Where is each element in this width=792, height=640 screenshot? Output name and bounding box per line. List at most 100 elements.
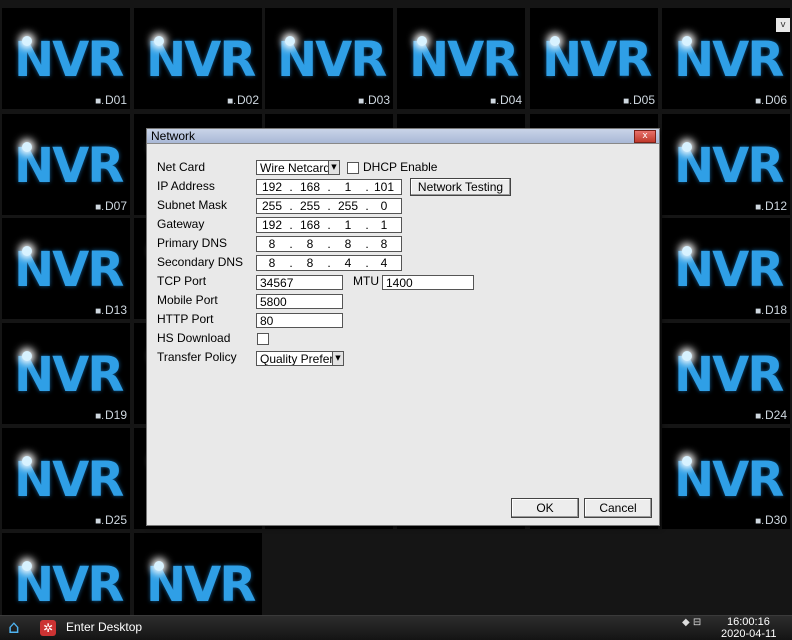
nvr-logo: NVR: [674, 32, 784, 88]
nvr-logo: NVR: [146, 557, 256, 613]
http-port-input[interactable]: 80: [256, 313, 343, 328]
channel-id: D07: [104, 199, 127, 213]
camera-icon: ■.: [227, 96, 236, 107]
primary-dns-octet-3: 8: [344, 237, 352, 251]
mobile-port-input[interactable]: 5800: [256, 294, 343, 309]
secondary-dns-field[interactable]: 8 . 8 . 4 . 4: [256, 255, 402, 271]
channel-id: D02: [236, 93, 259, 107]
gateway-octet-4: 1: [380, 218, 388, 232]
gateway-field[interactable]: 192 . 168 . 1 . 1: [256, 217, 402, 233]
camera-tile[interactable]: NVR ■.D06: [662, 8, 790, 109]
camera-tile[interactable]: NVR ■.D13: [2, 218, 130, 319]
tcp-port-input[interactable]: 34567: [256, 275, 343, 290]
nvr-logo: NVR: [674, 138, 784, 194]
camera-tile[interactable]: NVR ■.D04: [397, 8, 525, 109]
ip-octet-2: 168: [299, 180, 321, 194]
ip-octet-3: 1: [344, 180, 352, 194]
camera-tile[interactable]: NVR ■.D03: [265, 8, 393, 109]
subnet-octet-4: 0: [380, 199, 388, 213]
channel-label: ■.D30: [755, 513, 787, 527]
primary-dns-octet-4: 8: [380, 237, 388, 251]
hs-download-checkbox[interactable]: [257, 333, 269, 345]
channel-label: ■.D04: [490, 93, 522, 107]
transfer-policy-select[interactable]: Quality Prefer ▼: [256, 351, 344, 366]
dhcp-enable-checkbox[interactable]: [347, 162, 359, 174]
nvr-logo: NVR: [14, 347, 124, 403]
nvr-logo: NVR: [146, 32, 256, 88]
subnet-octet-3: 255: [337, 199, 359, 213]
secondary-dns-label: Secondary DNS: [157, 255, 244, 269]
channel-label: ■.D06: [755, 93, 787, 107]
camera-tile[interactable]: NVR ■.D02: [134, 8, 262, 109]
subnet-mask-field[interactable]: 255 . 255 . 255 . 0: [256, 198, 402, 214]
channel-id: D18: [764, 303, 787, 317]
camera-icon: ■.: [755, 516, 764, 527]
channel-id: D04: [499, 93, 522, 107]
channel-id: D24: [764, 408, 787, 422]
nvr-logo: NVR: [674, 347, 784, 403]
subnet-mask-label: Subnet Mask: [157, 198, 228, 212]
net-card-select[interactable]: Wire Netcard ▼: [256, 160, 340, 175]
channel-id: D03: [367, 93, 390, 107]
secondary-dns-octet-1: 8: [268, 256, 276, 270]
channel-label: ■.D12: [755, 199, 787, 213]
subnet-octet-2: 255: [299, 199, 321, 213]
ip-address-field[interactable]: 192 . 168 . 1 . 101: [256, 179, 402, 195]
camera-icon: ■.: [755, 202, 764, 213]
scroll-button[interactable]: v: [776, 18, 790, 32]
channel-id: D05: [632, 93, 655, 107]
camera-tile[interactable]: NVR ■.D24: [662, 323, 790, 424]
cancel-button[interactable]: Cancel: [584, 498, 652, 518]
camera-icon: ■.: [755, 96, 764, 107]
nvr-logo: NVR: [14, 242, 124, 298]
camera-tile[interactable]: NVR ■.D05: [530, 8, 658, 109]
camera-tile[interactable]: NVR ■.D12: [662, 114, 790, 215]
nvr-logo: NVR: [674, 452, 784, 508]
subnet-octet-1: 255: [261, 199, 283, 213]
camera-icon: ■.: [755, 411, 764, 422]
camera-tile[interactable]: NVR ■.D01: [2, 8, 130, 109]
dialog-titlebar[interactable]: Network x: [147, 129, 659, 144]
camera-icon: ■.: [358, 96, 367, 107]
gateway-octet-1: 192: [261, 218, 283, 232]
ip-address-label: IP Address: [157, 179, 215, 193]
nvr-logo: NVR: [277, 32, 387, 88]
gateway-octet-3: 1: [344, 218, 352, 232]
taskbar: ⌂ ✲ Enter Desktop ◆ ⊟ 16:00:16 2020-04-1…: [0, 615, 792, 640]
nvr-logo: NVR: [409, 32, 519, 88]
camera-icon: ■.: [95, 202, 104, 213]
ip-octet-4: 101: [373, 180, 395, 194]
camera-tile[interactable]: NVR ■.D25: [2, 428, 130, 529]
nvr-logo: NVR: [14, 32, 124, 88]
chevron-down-icon: ▼: [332, 352, 343, 365]
camera-icon: ■.: [755, 306, 764, 317]
primary-dns-octet-1: 8: [268, 237, 276, 251]
nvr-logo: NVR: [14, 138, 124, 194]
network-testing-button[interactable]: Network Testing: [410, 178, 511, 196]
ok-button[interactable]: OK: [511, 498, 579, 518]
channel-label: ■.D02: [227, 93, 259, 107]
camera-tile[interactable]: NVR ■.D18: [662, 218, 790, 319]
enter-desktop-button[interactable]: Enter Desktop: [66, 620, 142, 634]
channel-label: ■.D13: [95, 303, 127, 317]
camera-icon: ■.: [95, 516, 104, 527]
camera-icon: ■.: [95, 411, 104, 422]
home-icon[interactable]: ⌂: [8, 618, 32, 637]
mobile-port-label: Mobile Port: [157, 293, 218, 307]
channel-id: D25: [104, 513, 127, 527]
gear-icon[interactable]: ✲: [40, 620, 56, 636]
transfer-policy-value: Quality Prefer: [260, 352, 334, 366]
camera-tile[interactable]: NVR ■.D30: [662, 428, 790, 529]
camera-icon: ■.: [95, 96, 104, 107]
nvr-logo: NVR: [14, 452, 124, 508]
clock-time: 16:00:16: [727, 616, 770, 628]
net-card-value: Wire Netcard: [260, 161, 331, 175]
mtu-input[interactable]: 1400: [382, 275, 474, 290]
channel-label: ■.D03: [358, 93, 390, 107]
primary-dns-field[interactable]: 8 . 8 . 8 . 8: [256, 236, 402, 252]
channel-label: ■.D07: [95, 199, 127, 213]
close-icon[interactable]: x: [634, 130, 656, 143]
camera-tile[interactable]: NVR ■.D19: [2, 323, 130, 424]
camera-tile[interactable]: NVR ■.D07: [2, 114, 130, 215]
camera-icon: ■.: [623, 96, 632, 107]
